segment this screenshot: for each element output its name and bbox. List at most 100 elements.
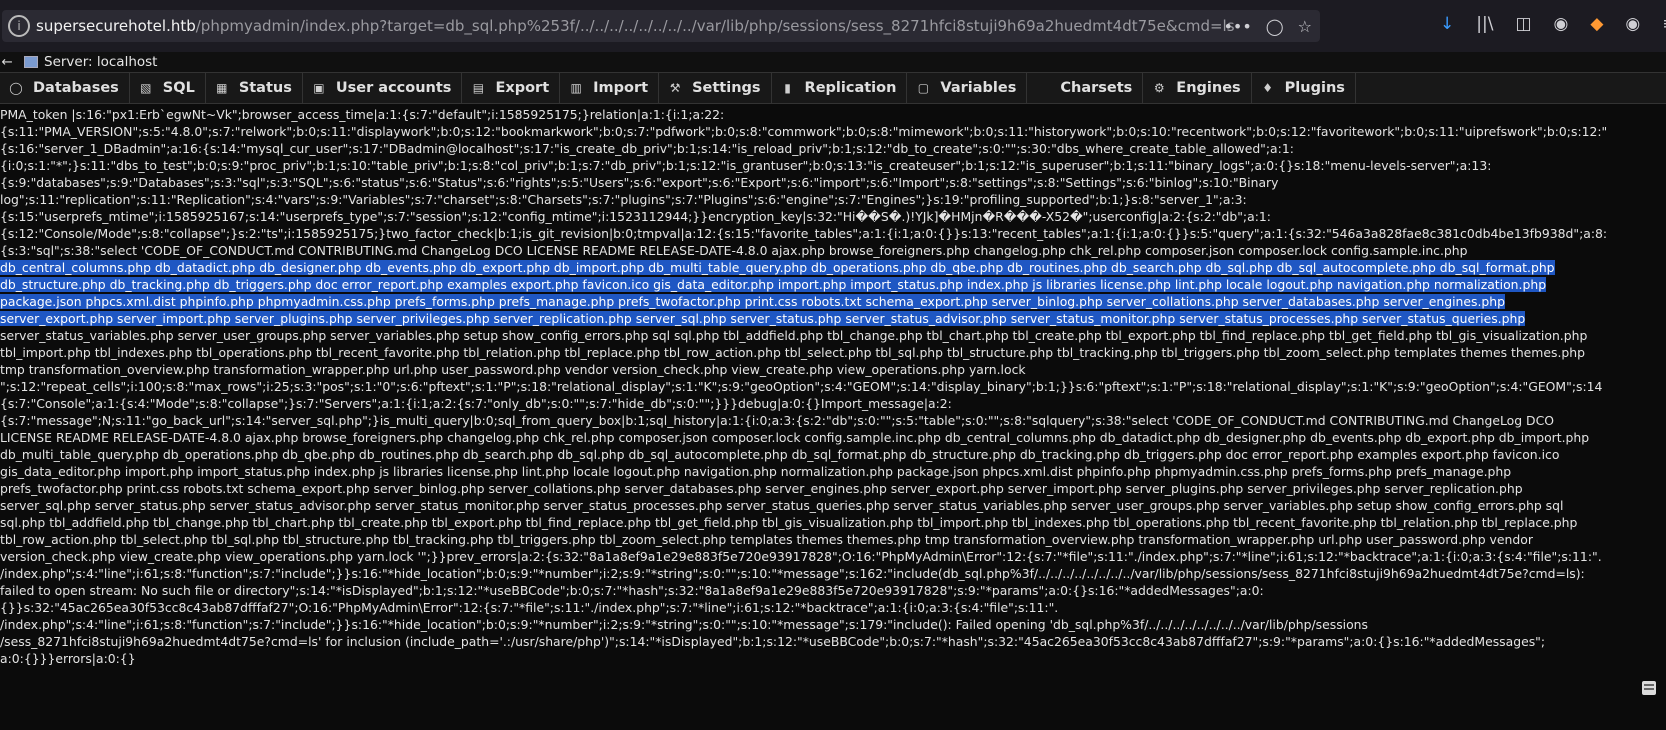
output-line: /sess_8271hfci8stuji9h69a2huedmt4dt75e?c… [0,633,1666,650]
output-line: {s:12:"Console/Mode";s:8:"collapse";}s:2… [0,225,1666,242]
output-line: log";s:11:"replication";s:11:"Replicatio… [0,191,1666,208]
output-line-text: /index.php";s:4:"line";i:61;s:8:"functio… [0,617,1368,632]
output-line: {}}s:32:"45ac265ea30f53cc8c43ab87dfffaf2… [0,599,1666,616]
output-line-text: prefs_twofactor.php print.css robots.txt… [0,481,1523,496]
tab-user-accounts[interactable]: ▣ User accounts [303,73,463,103]
tab-settings[interactable]: ⚒ Settings [659,73,772,103]
tab-sql[interactable]: ▧ SQL [130,73,206,103]
tab-export[interactable]: ▤ Export [462,73,561,103]
output-line-text: server_export.php server_import.php serv… [0,311,1526,326]
firefox-extension-icon[interactable]: ◆ [1590,14,1603,34]
sidebar-icon[interactable]: ◫ [1515,14,1531,34]
tab-databases[interactable]: ◯ Databases [0,73,130,103]
engines-icon: ⚙ [1153,81,1165,95]
output-line-text: LICENSE README RELEASE-DATE-4.8.0 ajax.p… [0,430,1590,445]
output-line: LICENSE README RELEASE-DATE-4.8.0 ajax.p… [0,429,1666,446]
status-icon: ▦ [216,81,228,95]
tab-charsets[interactable]: Charsets [1027,73,1144,103]
site-info-icon[interactable]: i [8,15,30,37]
output-line: server_sql.php server_status.php server_… [0,497,1666,514]
url-text[interactable]: supersecurehotel.htb/phpmyadmin/index.ph… [36,17,1235,35]
pocket-icon[interactable]: ◯ [1266,17,1284,36]
variables-icon: ▢ [917,81,930,95]
output-line: db_structure.php db_tracking.php db_trig… [0,276,1547,293]
output-line: ";s:12:"repeat_cells";i:100;s:8:"max_row… [0,378,1666,395]
command-output: PMA_token |s:16:"px1:Erb`egwNt~Vk";brows… [0,106,1666,667]
more-icon[interactable]: ••• [1223,17,1251,36]
output-line-text: {s:15:"userprefs_mtime";i:1585925167;s:1… [0,209,1271,224]
url-actions: ••• ◯ ☆ [1223,10,1312,42]
output-line-text: sql.php tbl_addfield.php tbl_change.php … [0,515,1578,530]
library-icon[interactable]: ||\ [1476,14,1493,34]
download-icon[interactable]: ↓ [1440,14,1454,34]
output-line-text: db_multi_table_query.php db_operations.p… [0,447,1560,462]
tab-label: Export [495,80,550,96]
output-line: {s:16:"server_1_DBadmin";a:16:{s:14:"mys… [0,140,1666,157]
url-host: supersecurehotel.htb [36,17,196,35]
output-line-text: {i:0;s:1:"*";}s:11:"dbs_to_test";b:0;s:9… [0,158,1492,173]
tab-label: Engines [1176,80,1241,96]
output-line-text: {}}s:32:"45ac265ea30f53cc8c43ab87dfffaf2… [0,600,1059,615]
tab-replication[interactable]: ▮ Replication [772,73,908,103]
output-line: {s:3:"sql";s:38:"select 'CODE_OF_CONDUCT… [0,242,1666,259]
console-toggle-icon[interactable] [1642,681,1656,695]
server-icon [24,56,38,68]
output-line-text: {s:16:"server_1_DBadmin";a:16:{s:14:"mys… [0,141,1294,156]
output-line: db_central_columns.php db_datadict.php d… [0,259,1555,276]
main-menu: ◯ Databases ▧ SQL ▦ Status ▣ User accounts ▤ Expo… [0,72,1666,104]
output-line-text: PMA_token |s:16:"px1:Erb`egwNt~Vk";brows… [0,107,725,122]
export-icon: ▤ [472,81,485,95]
output-line-text: version_check.php view_create.php view_o… [0,549,1602,564]
output-line: sql.php tbl_addfield.php tbl_change.php … [0,514,1666,531]
output-line: /index.php";s:4:"line";i:61;s:8:"functio… [0,616,1666,633]
output-line: {i:0;s:1:"*";}s:11:"dbs_to_test";b:0;s:9… [0,157,1666,174]
output-line: tbl_row_action.php tbl_select.php tbl_sq… [0,531,1666,548]
output-line-text: {s:7:"message";N;s:11:"go_back_url";s:14… [0,413,1554,428]
tab-label: Plugins [1284,80,1345,96]
menu-icon[interactable]: ≡ [1662,14,1666,34]
collapse-arrow-icon[interactable]: ← [0,54,14,70]
tab-import[interactable]: ▥ Import [560,73,660,103]
output-line-text: tbl_import.php tbl_indexes.php tbl_opera… [0,345,1585,360]
output-line-text: {s:12:"Console/Mode";s:8:"collapse";}s:2… [0,226,1608,241]
server-header: ← Server: localhost [0,52,1666,72]
output-line-text: ";s:12:"repeat_cells";i:100;s:8:"max_row… [0,379,1603,394]
toolbar-icons: ↓ ||\ ◫ ◉ ◆ ◉ ≡ [1440,14,1666,34]
output-line: /index.php";s:4:"line";i:61;s:8:"functio… [0,565,1666,582]
output-line: tmp transformation_overview.php transfor… [0,361,1666,378]
tab-plugins[interactable]: ♦ Plugins [1252,73,1356,103]
output-line-text: {s:7:"Console";a:1:{s:4:"Mode";s:8:"coll… [0,396,952,411]
output-line-text: package.json phpcs.xml.dist phpinfo.php … [0,294,1505,309]
browser-toolbar: i supersecurehotel.htb/phpmyadmin/index.… [0,0,1666,53]
output-line-text: /sess_8271hfci8stuji9h69a2huedmt4dt75e?c… [0,634,1546,649]
output-line: tbl_import.php tbl_indexes.php tbl_opera… [0,344,1666,361]
output-line-text: {s:3:"sql";s:38:"select 'CODE_OF_CONDUCT… [0,243,1468,258]
import-icon: ▥ [570,81,582,95]
output-line: {s:7:"Console";a:1:{s:4:"Mode";s:8:"coll… [0,395,1666,412]
replication-icon: ▮ [784,81,791,95]
output-line-text: failed to open stream: No such file or d… [0,583,1264,598]
mask-icon[interactable]: ◉ [1625,14,1640,34]
plugins-icon: ♦ [1262,81,1274,95]
tab-variables[interactable]: ▢ Variables [907,73,1028,103]
bookmark-star-icon[interactable]: ☆ [1298,17,1312,36]
tab-status[interactable]: ▦ Status [206,73,303,103]
output-line: PMA_token |s:16:"px1:Erb`egwNt~Vk";brows… [0,106,1666,123]
output-line: package.json phpcs.xml.dist phpinfo.php … [0,293,1505,310]
database-icon: ◯ [9,81,23,95]
output-line: {s:7:"message";N;s:11:"go_back_url";s:14… [0,412,1666,429]
output-line: server_export.php server_import.php serv… [0,310,1526,327]
account-icon[interactable]: ◉ [1554,14,1569,34]
output-line: version_check.php view_create.php view_o… [0,548,1666,565]
output-line: prefs_twofactor.php print.css robots.txt… [0,480,1666,497]
output-line-text: /index.php";s:4:"line";i:61;s:8:"functio… [0,566,1585,581]
output-line-text: tbl_row_action.php tbl_select.php tbl_sq… [0,532,1533,547]
tab-engines[interactable]: ⚙ Engines [1143,73,1252,103]
output-line-text: gis_data_editor.php import.php import_st… [0,464,1512,479]
url-bar[interactable]: i supersecurehotel.htb/phpmyadmin/index.… [2,10,1320,42]
server-label[interactable]: Server: localhost [44,54,157,70]
sql-icon: ▧ [140,81,152,95]
output-line-text: {s:9:"databases";s:9:"Databases";s:3:"sq… [0,175,1279,190]
tab-label: Databases [33,80,119,96]
tab-label: Charsets [1060,80,1133,96]
